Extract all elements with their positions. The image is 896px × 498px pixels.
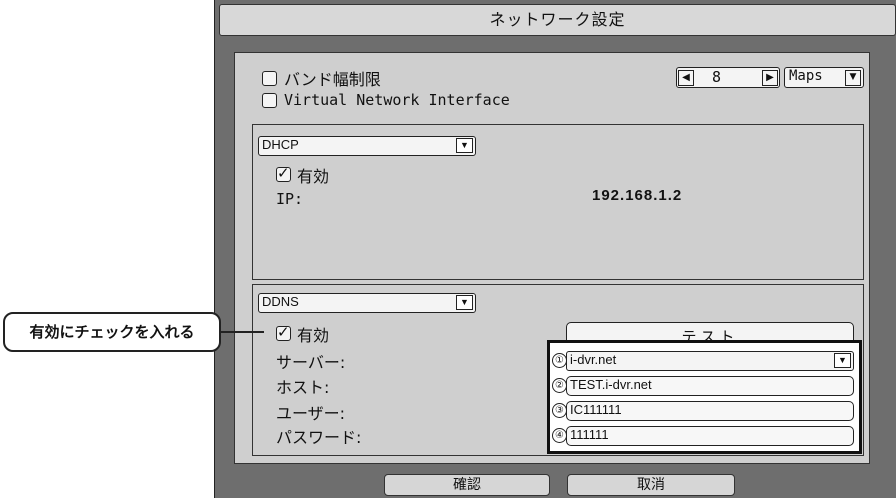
dhcp-enabled-checkbox[interactable] <box>276 164 291 182</box>
server-select[interactable]: i-dvr.net ▼ <box>566 351 854 371</box>
host-label: ホスト: <box>276 378 330 397</box>
user-label: ユーザー: <box>276 404 346 423</box>
marker-3: ③ <box>552 403 567 418</box>
ip-label: IP: <box>276 190 304 208</box>
password-label: パスワード: <box>276 428 362 447</box>
dhcp-mode-value: DHCP <box>262 137 299 152</box>
bandwidth-limit-checkbox[interactable] <box>262 71 277 86</box>
chevron-down-icon: ▼ <box>456 295 473 310</box>
chevron-down-icon: ▼ <box>834 353 851 368</box>
ddns-enabled-label: 有効 <box>297 326 330 345</box>
increment-arrow-icon[interactable]: ▶ <box>762 70 778 86</box>
decrement-arrow-icon[interactable]: ◀ <box>678 70 694 86</box>
dhcp-mode-select[interactable]: DHCP ▼ <box>258 136 476 156</box>
ddns-mode-select[interactable]: DDNS ▼ <box>258 293 476 313</box>
dhcp-enabled-label: 有効 <box>297 167 330 186</box>
password-input[interactable]: 111111 <box>566 426 854 446</box>
bandwidth-value: 8 <box>712 68 722 86</box>
marker-1: ① <box>552 353 567 368</box>
ddns-mode-value: DDNS <box>262 294 299 309</box>
confirm-button[interactable]: 確認 <box>384 474 550 496</box>
server-label: サーバー: <box>276 353 346 372</box>
server-value: i-dvr.net <box>570 352 617 367</box>
user-input[interactable]: IC111111 <box>566 401 854 421</box>
ddns-enabled-checkbox[interactable] <box>276 323 291 341</box>
vni-checkbox[interactable] <box>262 93 277 108</box>
bandwidth-limit-label: バンド幅制限 <box>284 70 381 89</box>
dialog-title: ネットワーク設定 <box>219 4 896 36</box>
vni-label: Virtual Network Interface <box>284 91 510 109</box>
marker-4: ④ <box>552 428 567 443</box>
cancel-button[interactable]: 取消 <box>567 474 735 496</box>
host-input[interactable]: TEST.i-dvr.net <box>566 376 854 396</box>
marker-2: ② <box>552 378 567 393</box>
chevron-down-icon[interactable]: ▼ <box>845 70 861 86</box>
callout-annotation: 有効にチェックを入れる <box>3 312 221 352</box>
callout-pointer <box>220 331 264 333</box>
ip-value: 192.168.1.2 <box>592 187 683 204</box>
chevron-down-icon: ▼ <box>456 138 473 153</box>
bandwidth-unit-value: Maps <box>789 68 823 84</box>
